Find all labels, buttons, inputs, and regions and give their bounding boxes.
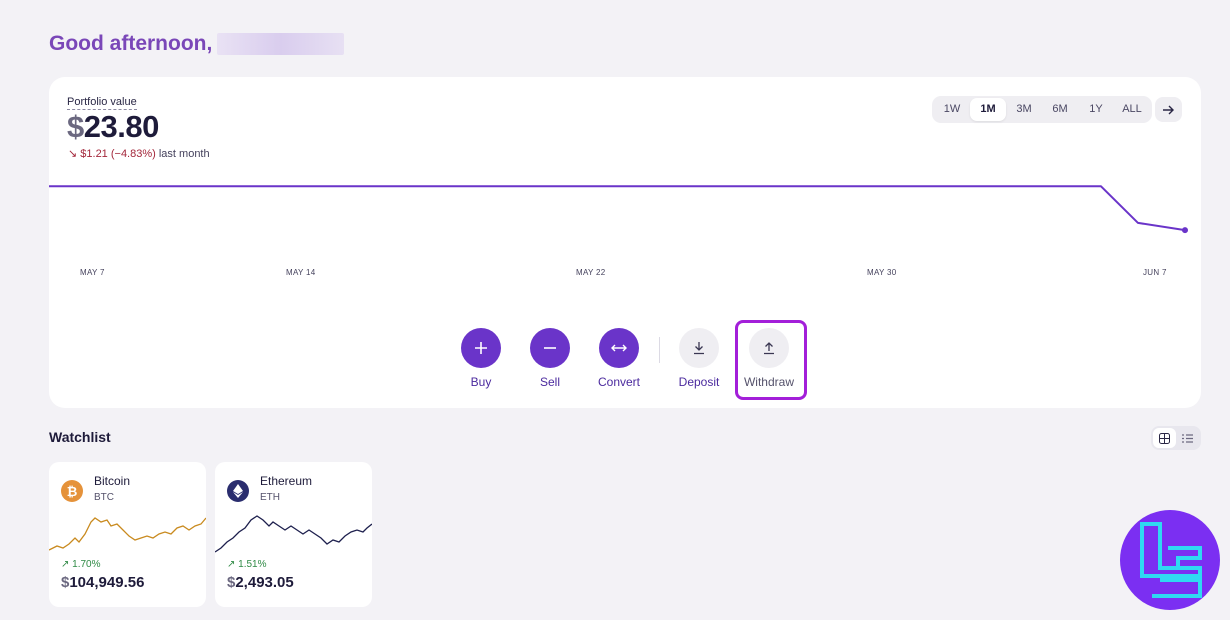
action-bar: Buy Sell Convert Deposit Withdraw <box>49 320 1201 400</box>
x-tick-label: JUN 7 <box>1143 268 1167 277</box>
coin-change: ↗ 1.70% <box>61 559 101 570</box>
coin-name: Bitcoin <box>94 474 131 488</box>
convert-button[interactable]: Convert <box>589 328 649 389</box>
x-tick-label: MAY 7 <box>80 268 105 277</box>
time-range-selector: 1W 1M 3M 6M 1Y ALL <box>932 96 1152 123</box>
ethereum-sparkline <box>215 515 372 553</box>
x-tick-label: MAY 30 <box>867 268 897 277</box>
swap-arrows-icon <box>599 328 639 368</box>
portfolio-chart <box>49 185 1188 234</box>
range-1m[interactable]: 1M <box>970 98 1006 121</box>
list-icon <box>1182 433 1193 443</box>
watchlist-card-bitcoin[interactable]: ₿ Bitcoin BTC ↗ 1.70% $104,949.56 <box>49 462 206 607</box>
deposit-button[interactable]: Deposit <box>669 328 729 389</box>
range-3m[interactable]: 3M <box>1006 98 1042 121</box>
buy-button[interactable]: Buy <box>451 328 511 389</box>
portfolio-change-period: last month <box>158 148 210 160</box>
range-all[interactable]: ALL <box>1114 98 1150 121</box>
minus-icon <box>530 328 570 368</box>
x-tick-label: MAY 14 <box>286 268 316 277</box>
deposit-label: Deposit <box>678 375 720 389</box>
coin-name: Ethereum <box>260 474 313 488</box>
expand-chart-button[interactable] <box>1155 97 1182 122</box>
coin-symbol: BTC <box>94 492 114 503</box>
portfolio-change-value: ↘ $1.21 (−4.83%) <box>68 148 156 160</box>
grid-icon <box>1159 432 1170 444</box>
coin-symbol: ETH <box>260 492 280 503</box>
download-icon <box>679 328 719 368</box>
watchlist-title: Watchlist <box>49 429 111 445</box>
range-1y[interactable]: 1Y <box>1078 98 1114 121</box>
sell-button[interactable]: Sell <box>520 328 580 389</box>
portfolio-change: ↘ $1.21 (−4.83%) last month <box>68 147 210 160</box>
grid-view-button[interactable] <box>1153 428 1176 448</box>
list-view-button[interactable] <box>1176 428 1199 448</box>
range-1w[interactable]: 1W <box>934 98 970 121</box>
portfolio-card: Portfolio value $23.80 ↘ $1.21 (−4.83%) … <box>49 77 1201 408</box>
sell-label: Sell <box>539 375 560 389</box>
brand-logo <box>1120 510 1220 610</box>
coin-price: $104,949.56 <box>61 574 145 591</box>
coin-change: ↗ 1.51% <box>227 559 267 570</box>
redacted-username <box>217 33 345 55</box>
buy-label: Buy <box>470 375 492 389</box>
greeting: Good afternoon, <box>49 32 345 56</box>
greeting-text: Good afternoon, <box>49 32 213 55</box>
watchlist-card-ethereum[interactable]: Ethereum ETH ↗ 1.51% $2,493.05 <box>215 462 372 607</box>
portfolio-amount: 23.80 <box>83 109 160 144</box>
convert-label: Convert <box>597 375 641 389</box>
watchlist-view-toggle <box>1151 426 1201 450</box>
portfolio-value-label[interactable]: Portfolio value <box>67 96 137 110</box>
x-tick-label: MAY 22 <box>576 268 606 277</box>
coin-price: $2,493.05 <box>227 574 294 591</box>
withdraw-highlight <box>735 320 807 400</box>
bitcoin-sparkline <box>49 517 206 551</box>
ethereum-icon <box>227 480 249 502</box>
portfolio-endpoint <box>1182 227 1188 234</box>
range-6m[interactable]: 6M <box>1042 98 1078 121</box>
plus-icon <box>461 328 501 368</box>
portfolio-line <box>49 185 1186 232</box>
arrow-right-icon <box>1162 105 1174 114</box>
portfolio-currency: $ <box>67 109 84 144</box>
portfolio-value: $23.80 <box>67 109 159 145</box>
bitcoin-icon: ₿ <box>61 480 83 502</box>
action-divider <box>659 337 660 363</box>
